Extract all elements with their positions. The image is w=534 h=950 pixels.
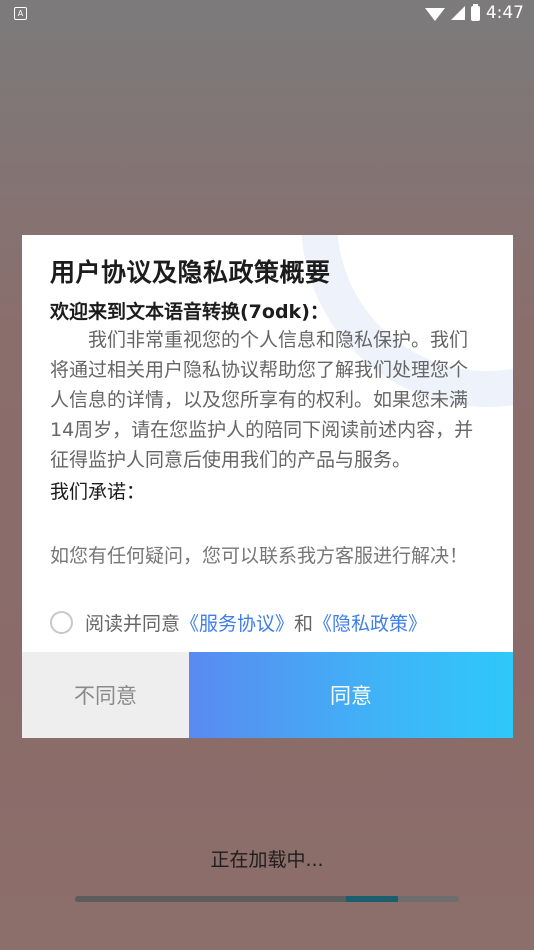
battery-icon [470,3,480,21]
promise-heading: 我们承诺： [50,481,146,503]
dialog-title: 用户协议及隐私政策概要 [50,258,331,287]
disagree-button[interactable]: 不同意 [22,652,189,738]
signal-icon [450,6,465,20]
welcome-heading: 欢迎来到文本语音转换(7odk)： [50,301,329,323]
privacy-policy-link[interactable]: 《隐私政策》 [313,609,427,636]
loading-text: 正在加载中... [210,849,324,871]
service-agreement-link[interactable]: 《服务协议》 [180,609,294,636]
agree-checkbox[interactable] [50,611,73,634]
privacy-dialog: 用户协议及隐私政策概要 欢迎来到文本语音转换(7odk)： 我们非常重视您的个人… [22,235,513,738]
agreement-body-text: 我们非常重视您的个人信息和隐私保护。我们将通过相关用户隐私协议帮助您了解我们处理… [50,329,474,471]
agreement-scroll-area[interactable]: 我们非常重视您的个人信息和隐私保护。我们将通过相关用户隐私协议帮助您了解我们处理… [50,325,480,518]
loading-progress-bar [75,896,459,902]
and-text: 和 [294,613,314,635]
status-indicators: 4:47 [424,3,524,23]
agree-button[interactable]: 同意 [189,652,513,738]
wifi-icon [424,7,445,21]
status-time: 4:47 [485,3,524,23]
contact-text: 如您有任何疑问，您可以联系我方客服进行解决！ [50,545,469,567]
agree-prefix-text: 阅读并同意 [85,613,181,635]
status-bar: A 4:47 [0,0,534,28]
loading-progress-head [345,896,398,902]
loading-progress-fill [75,896,398,902]
dialog-button-row: 不同意 同意 [22,652,513,738]
agree-row: 阅读并同意 《服务协议》 和 《隐私政策》 [50,609,427,636]
app-badge-icon: A [14,7,27,20]
